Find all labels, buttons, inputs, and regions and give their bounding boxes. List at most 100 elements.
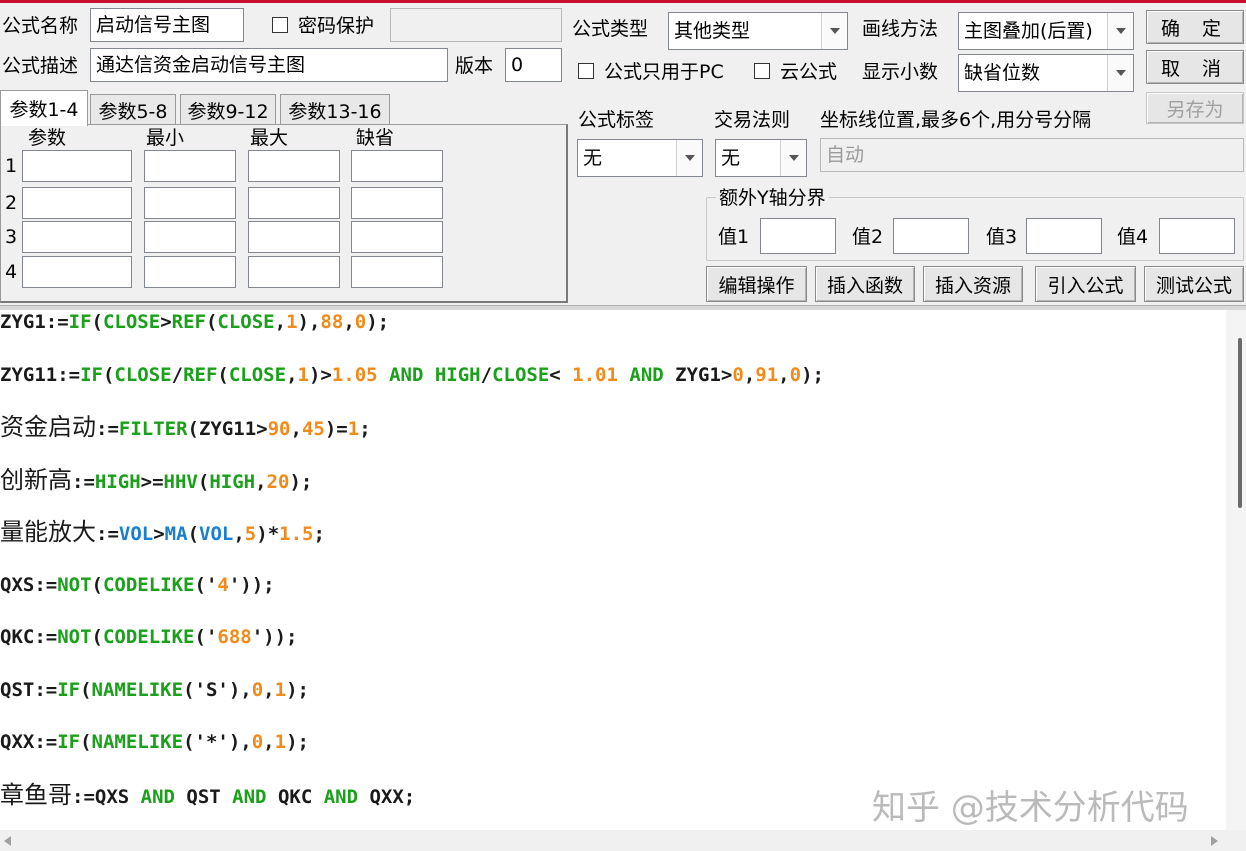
extra-y-value2-label: 值2	[852, 226, 884, 248]
save-as-button[interactable]: 另存为	[1146, 92, 1244, 124]
param-4-max[interactable]	[248, 256, 340, 288]
code-line[interactable]: 创新高:=HIGH>=HHV(HIGH,20);	[0, 465, 312, 495]
param-2-name[interactable]	[22, 187, 132, 219]
code-token: MA	[164, 523, 188, 545]
password-checkbox[interactable]	[272, 17, 288, 33]
code-token: ,	[286, 363, 298, 386]
scroll-left-icon[interactable]	[4, 836, 11, 846]
code-token: 4	[217, 573, 229, 596]
code-line[interactable]: 资金启动:=FILTER(ZYG11>90,45)=1;	[0, 412, 371, 442]
decimal-select[interactable]: 缺省位数	[958, 54, 1134, 92]
import-formula-button[interactable]: 引入公式	[1035, 266, 1136, 302]
code-line[interactable]: QST:=IF(NAMELIKE('S'),0,1);	[0, 675, 309, 705]
tab-params-1-4[interactable]: 参数1-4	[0, 90, 88, 126]
code-line[interactable]: 量能放大:=VOL>MA(VOL,5)*1.5;	[0, 517, 325, 547]
chevron-down-icon[interactable]	[1107, 55, 1133, 91]
code-token: (	[91, 573, 103, 596]
param-2-max[interactable]	[248, 187, 340, 219]
formula-tag-label: 公式标签	[578, 109, 655, 131]
formula-tag-select[interactable]: 无	[577, 139, 703, 177]
param-1-min[interactable]	[144, 150, 236, 182]
password-field[interactable]	[390, 8, 562, 42]
extra-y-value4-field[interactable]	[1159, 218, 1235, 254]
trade-rule-select[interactable]: 无	[715, 139, 807, 177]
code-token: 1	[347, 418, 360, 440]
code-line[interactable]: 章鱼哥:=QXS AND QST AND QKC AND QXX;	[0, 780, 415, 810]
code-token: /	[171, 363, 184, 386]
code-token: 0	[251, 731, 264, 753]
cancel-button[interactable]: 取 消	[1146, 50, 1244, 84]
param-4-min[interactable]	[144, 256, 236, 288]
code-token: ,	[274, 311, 287, 333]
title-accent-bar	[0, 0, 1246, 3]
formula-desc-field[interactable]: 通达信资金启动信号主图	[90, 48, 448, 82]
code-token: 91	[755, 363, 779, 386]
param-2-default[interactable]	[351, 187, 443, 219]
vertical-scrollbar[interactable]	[1226, 310, 1246, 830]
code-token: );	[366, 311, 390, 333]
extra-y-value3-field[interactable]	[1026, 218, 1102, 254]
code-token: (	[102, 363, 115, 386]
code-token: HIGH	[94, 470, 141, 493]
pc-only-checkbox[interactable]	[578, 63, 594, 79]
param-3-default[interactable]	[351, 221, 443, 253]
code-editor[interactable]: ZYG1:=IF(CLOSE>REF(CLOSE,1),88,0); ZYG11:…	[0, 310, 1226, 830]
code-line[interactable]: QKC:=NOT(CODELIKE('688'));	[0, 622, 297, 652]
chevron-down-icon[interactable]	[676, 140, 702, 176]
formula-name-field[interactable]: 启动信号主图	[90, 8, 244, 42]
horizontal-scrollbar[interactable]	[0, 830, 1246, 851]
code-line[interactable]: ZYG1:=IF(CLOSE>REF(CLOSE,1),88,0);	[0, 310, 389, 337]
param-3-max[interactable]	[248, 221, 340, 253]
code-line[interactable]: QXX:=IF(NAMELIKE('*'),0,1);	[0, 727, 309, 757]
code-token: 量能放大	[0, 518, 96, 546]
code-line[interactable]: QXS:=NOT(CODELIKE('4'));	[0, 570, 275, 600]
param-2-min[interactable]	[144, 187, 236, 219]
chevron-down-icon[interactable]	[821, 13, 847, 49]
param-3-name[interactable]	[22, 221, 132, 253]
draw-method-select[interactable]: 主图叠加(后置)	[958, 12, 1134, 50]
code-token: REF	[183, 363, 218, 386]
code-token: QST	[174, 785, 233, 808]
code-token: 1.01	[572, 363, 618, 386]
tab-params-9-12[interactable]: 参数9-12	[180, 94, 276, 126]
param-1-default[interactable]	[351, 150, 443, 182]
insert-function-button[interactable]: 插入函数	[815, 266, 915, 302]
version-field[interactable]: 0	[505, 48, 562, 82]
params-header-default: 缺省	[356, 127, 395, 149]
chevron-down-icon[interactable]	[780, 140, 806, 176]
scroll-thumb[interactable]	[1238, 338, 1242, 508]
code-token: 88	[320, 311, 344, 333]
chevron-down-icon[interactable]	[1107, 13, 1133, 49]
code-token: ZYG1>	[663, 363, 733, 386]
edit-operations-button[interactable]: 编辑操作	[706, 266, 807, 302]
param-row-index: 1	[5, 155, 18, 177]
formula-type-label: 公式类型	[572, 18, 649, 40]
axis-position-field[interactable]: 自动	[820, 138, 1244, 172]
scroll-right-icon[interactable]	[1211, 836, 1218, 846]
code-token: QXS:=	[0, 573, 58, 596]
formula-type-select[interactable]: 其他类型	[668, 12, 848, 50]
code-line[interactable]: ZYG11:=IF(CLOSE/REF(CLOSE,1)>1.05 AND HI…	[0, 360, 824, 390]
cloud-checkbox[interactable]	[754, 63, 770, 79]
insert-resource-button[interactable]: 插入资源	[923, 266, 1023, 302]
param-1-max[interactable]	[248, 150, 340, 182]
param-1-name[interactable]	[22, 150, 132, 182]
code-token: CLOSE	[114, 363, 172, 386]
tab-params-13-16[interactable]: 参数13-16	[280, 94, 390, 126]
code-token: 0	[789, 363, 802, 386]
extra-y-value2-field[interactable]	[893, 218, 969, 254]
draw-method-label: 画线方法	[862, 18, 939, 40]
ok-button[interactable]: 确 定	[1146, 10, 1244, 44]
code-token: 1	[274, 731, 287, 753]
code-token: IF	[57, 731, 81, 753]
param-4-default[interactable]	[351, 256, 443, 288]
test-formula-button[interactable]: 测试公式	[1144, 266, 1244, 302]
tab-params-5-8[interactable]: 参数5-8	[90, 94, 176, 126]
param-3-min[interactable]	[144, 221, 236, 253]
code-token: VOL	[199, 523, 234, 545]
param-4-name[interactable]	[22, 256, 132, 288]
code-token: CODELIKE	[102, 573, 195, 596]
code-token: 5	[244, 523, 257, 545]
code-token: :=QXS	[72, 785, 141, 808]
extra-y-value1-field[interactable]	[760, 218, 836, 254]
